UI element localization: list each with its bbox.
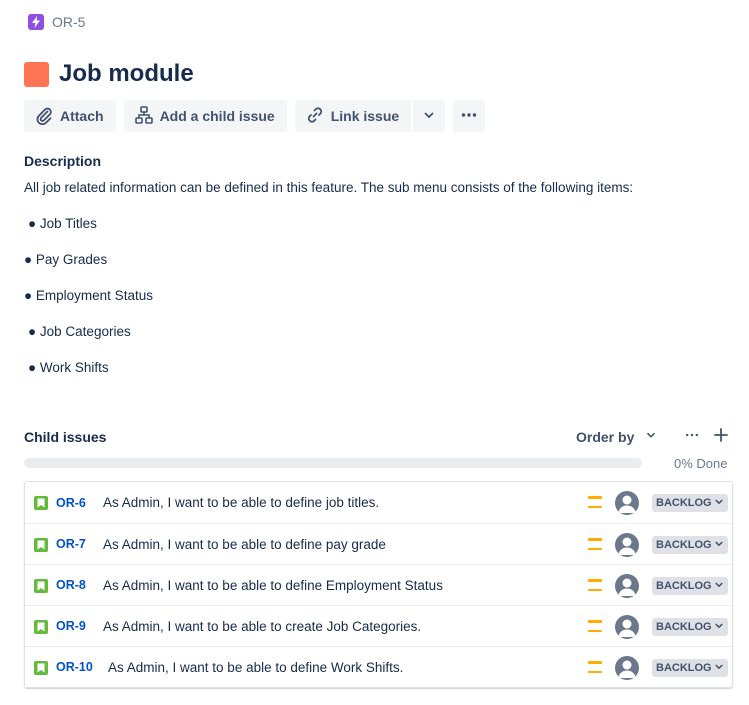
status-label: BACKLOG: [656, 662, 712, 674]
unassigned-avatar-icon[interactable]: [615, 656, 639, 680]
chevron-down-icon: [714, 580, 724, 593]
description-bullet: ● Job Titles: [28, 216, 97, 231]
child-issue-key[interactable]: OR-9: [56, 619, 86, 633]
link-issue-split-button: Link issue: [294, 100, 446, 132]
chevron-down-icon: [714, 539, 724, 552]
story-bookmark-icon: [34, 661, 48, 675]
description-bullet: ● Work Shifts: [28, 360, 109, 375]
priority-medium-icon: [588, 538, 602, 550]
link-issue-button[interactable]: Link issue: [294, 100, 412, 132]
priority-medium-icon: [588, 496, 602, 508]
status-label: BACKLOG: [656, 539, 712, 551]
child-issues-heading: Child issues: [24, 429, 107, 445]
story-bookmark-icon: [34, 620, 48, 634]
more-actions-button[interactable]: [453, 100, 486, 132]
page-title[interactable]: Job module: [59, 60, 194, 88]
unassigned-avatar-icon[interactable]: [615, 574, 639, 598]
child-issue-row[interactable]: OR-9 As Admin, I want to be able to crea…: [25, 605, 732, 646]
child-issues-list: OR-6 As Admin, I want to be able to defi…: [24, 481, 733, 688]
description-bullet: ● Pay Grades: [24, 252, 108, 267]
epic-lightning-icon: [28, 14, 44, 30]
child-issue-summary[interactable]: As Admin, I want to be able to define Em…: [103, 578, 443, 593]
create-child-issue-button[interactable]: [711, 427, 731, 447]
attach-button[interactable]: Attach: [24, 100, 116, 132]
child-issue-row[interactable]: OR-6 As Admin, I want to be able to defi…: [25, 482, 732, 523]
story-bookmark-icon: [34, 496, 48, 510]
issue-toolbar: Attach Add a child issue Link issue: [24, 100, 486, 132]
add-child-label: Add a child issue: [159, 108, 275, 124]
link-issue-label: Link issue: [330, 108, 400, 124]
child-issue-summary[interactable]: As Admin, I want to be able to define jo…: [103, 495, 379, 510]
order-by-label: Order by: [576, 428, 635, 445]
unassigned-avatar-icon[interactable]: [615, 533, 639, 557]
epic-color-swatch: [24, 61, 49, 87]
chevron-down-icon: [644, 428, 658, 445]
child-issue-key[interactable]: OR-8: [56, 578, 86, 592]
chevron-down-icon: [714, 621, 724, 634]
status-dropdown[interactable]: BACKLOG: [652, 659, 728, 677]
child-issue-key[interactable]: OR-6: [56, 496, 86, 510]
priority-medium-icon: [588, 579, 602, 591]
unassigned-avatar-icon[interactable]: [615, 491, 639, 515]
add-child-issue-button[interactable]: Add a child issue: [123, 100, 287, 132]
link-issue-dropdown-button[interactable]: [413, 100, 446, 132]
chevron-down-icon: [714, 497, 724, 510]
link-icon: [305, 105, 325, 128]
status-dropdown[interactable]: BACKLOG: [652, 536, 728, 554]
description-bullet: ● Employment Status: [24, 288, 153, 303]
child-issue-summary[interactable]: As Admin, I want to be able to create Jo…: [103, 619, 421, 634]
child-issue-row[interactable]: OR-7 As Admin, I want to be able to defi…: [25, 523, 732, 564]
status-dropdown[interactable]: BACKLOG: [652, 494, 728, 512]
description-text[interactable]: All job related information can be defin…: [24, 180, 633, 195]
child-issue-row[interactable]: OR-8 As Admin, I want to be able to defi…: [25, 564, 732, 605]
child-issue-key[interactable]: OR-7: [56, 537, 86, 551]
attach-label: Attach: [60, 108, 104, 124]
child-hierarchy-icon: [134, 105, 154, 128]
order-by-button[interactable]: Order by: [576, 428, 658, 445]
priority-medium-icon: [588, 661, 602, 673]
plus-icon: [714, 427, 728, 447]
story-bookmark-icon: [34, 538, 48, 552]
child-issue-summary[interactable]: As Admin, I want to be able to define pa…: [103, 537, 386, 552]
progress-label: 0% Done: [674, 456, 728, 471]
unassigned-avatar-icon[interactable]: [615, 615, 639, 639]
status-label: BACKLOG: [656, 621, 712, 633]
chevron-down-icon: [421, 107, 437, 126]
child-issues-progress-bar: [24, 458, 642, 468]
breadcrumb[interactable]: OR-5: [28, 14, 85, 30]
issue-header: Job module: [24, 60, 194, 88]
child-issue-summary[interactable]: As Admin, I want to be able to define Wo…: [108, 660, 403, 675]
paperclip-icon: [34, 105, 54, 128]
child-issues-more-button[interactable]: [682, 427, 702, 447]
status-dropdown[interactable]: BACKLOG: [652, 618, 728, 636]
more-dots-icon: [461, 107, 477, 126]
more-dots-icon: [685, 428, 699, 447]
story-bookmark-icon: [34, 579, 48, 593]
status-label: BACKLOG: [656, 580, 712, 592]
description-heading: Description: [24, 153, 102, 169]
child-issue-row[interactable]: OR-10 As Admin, I want to be able to def…: [25, 646, 732, 687]
description-bullet: ● Job Categories: [28, 324, 131, 339]
breadcrumb-issue-key[interactable]: OR-5: [52, 14, 85, 30]
status-label: BACKLOG: [656, 497, 712, 509]
child-issue-key[interactable]: OR-10: [56, 660, 93, 674]
priority-medium-icon: [588, 620, 602, 632]
status-dropdown[interactable]: BACKLOG: [652, 577, 728, 595]
chevron-down-icon: [714, 662, 724, 675]
